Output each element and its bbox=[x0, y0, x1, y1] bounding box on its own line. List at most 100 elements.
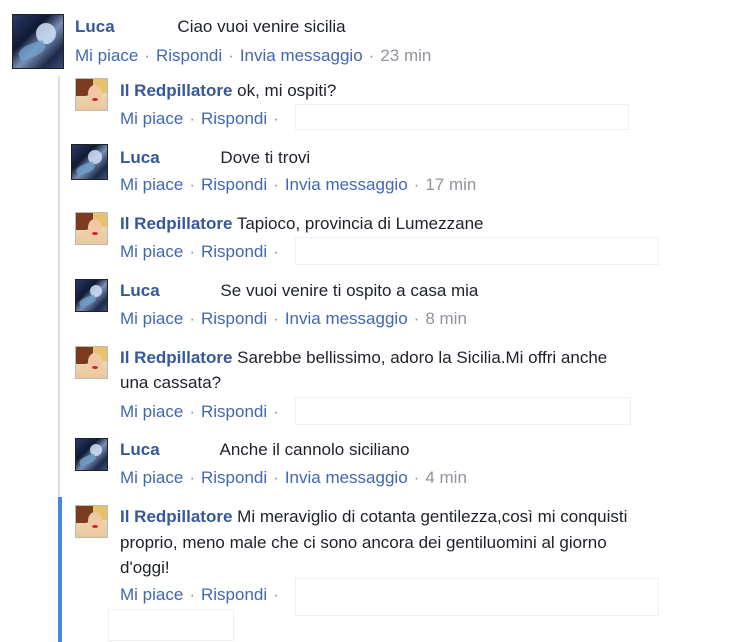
comment-timestamp[interactable]: 4 min bbox=[425, 468, 467, 487]
reply-button[interactable]: Rispondi bbox=[201, 402, 267, 421]
separator: · bbox=[228, 46, 234, 65]
comment-actions: Mi piace · Rispondi · Invia messaggio · 17 min bbox=[120, 174, 476, 196]
separator: · bbox=[189, 242, 195, 261]
avatar-luca[interactable] bbox=[75, 279, 108, 312]
avatar-redpillatore[interactable] bbox=[75, 346, 108, 379]
avatar-lips-shape bbox=[91, 365, 98, 369]
separator: · bbox=[413, 309, 420, 328]
comment-text: Ciao vuoi venire sicilia bbox=[177, 17, 346, 36]
separator: · bbox=[189, 402, 195, 421]
separator: · bbox=[273, 402, 279, 421]
avatar-redpillatore[interactable] bbox=[75, 212, 108, 245]
comment-author[interactable]: Il Redpillatore bbox=[120, 348, 232, 367]
comment-line: Luca Se vuoi venire ti ospito a casa mia bbox=[120, 278, 478, 303]
like-button[interactable]: Mi piace bbox=[75, 46, 138, 65]
reply-button[interactable]: Rispondi bbox=[156, 46, 222, 65]
separator: · bbox=[273, 309, 279, 328]
reply-button[interactable]: Rispondi bbox=[201, 585, 267, 604]
separator: · bbox=[413, 175, 420, 194]
redacted-area bbox=[295, 104, 629, 130]
comment-timestamp[interactable]: 17 min bbox=[425, 175, 476, 194]
avatar-lips-shape bbox=[91, 524, 98, 528]
redacted-area bbox=[108, 609, 234, 641]
separator: · bbox=[189, 309, 195, 328]
comment-author[interactable]: Luca bbox=[120, 281, 160, 300]
comment-text-line1: Sarebbe bellissimo, adoro la Sicilia.Mi … bbox=[237, 348, 608, 367]
send-message-button[interactable]: Invia messaggio bbox=[285, 175, 408, 194]
separator: · bbox=[189, 468, 195, 487]
comment-text-line3: d'oggi! bbox=[120, 558, 170, 577]
separator: · bbox=[273, 585, 279, 604]
reply-luca-3: Luca Se vuoi venire ti ospito a casa mia… bbox=[0, 276, 735, 336]
comment-author[interactable]: Il Redpillatore bbox=[120, 214, 232, 233]
like-button[interactable]: Mi piace bbox=[120, 309, 183, 328]
comment-text-line2: proprio, meno male che ci sono ancora de… bbox=[120, 533, 607, 552]
comment-author[interactable]: Il Redpillatore bbox=[120, 81, 232, 100]
avatar-bird-shape bbox=[78, 294, 97, 308]
comment-text-line1: Mi meraviglio di cotanta gentilezza,così… bbox=[237, 507, 628, 526]
avatar-luca[interactable] bbox=[12, 14, 64, 69]
reply-luca-4: Luca Anche il cannolo siciliano Mi piace… bbox=[0, 435, 735, 495]
separator: · bbox=[273, 468, 279, 487]
redacted-area bbox=[295, 237, 659, 265]
redacted-surname bbox=[159, 437, 216, 455]
comment-author[interactable]: Luca bbox=[75, 17, 115, 36]
separator: · bbox=[273, 109, 279, 128]
comment-author[interactable]: Luca bbox=[120, 148, 160, 167]
comment-actions: Mi piace · Rispondi · bbox=[120, 108, 285, 130]
comment-actions: Mi piace · Rispondi · Invia messaggio · 23 min bbox=[75, 45, 431, 67]
separator: · bbox=[189, 175, 195, 194]
comment-line: Il Redpillatore Mi meraviglio di cotanta… bbox=[120, 504, 627, 529]
comment-text: Anche il cannolo siciliano bbox=[219, 440, 410, 459]
avatar-luca[interactable] bbox=[75, 438, 108, 471]
reply-redpillatore-4: Il Redpillatore Mi meraviglio di cotanta… bbox=[0, 503, 735, 642]
avatar-bird-shape bbox=[16, 39, 47, 62]
separator: · bbox=[368, 46, 375, 65]
avatar-bird-shape bbox=[74, 160, 96, 176]
redacted-area bbox=[295, 397, 631, 425]
comment-actions: Mi piace · Rispondi · Invia messaggio · 8 min bbox=[120, 308, 467, 330]
redacted-surname bbox=[114, 14, 173, 32]
redacted-surname bbox=[159, 278, 216, 296]
comment-text: ok, mi ospiti? bbox=[237, 81, 337, 100]
separator: · bbox=[189, 585, 195, 604]
like-button[interactable]: Mi piace bbox=[120, 242, 183, 261]
comment-line: Il Redpillatore Tapioco, provincia di Lu… bbox=[120, 211, 484, 236]
avatar-redpillatore[interactable] bbox=[75, 78, 108, 111]
reply-button[interactable]: Rispondi bbox=[201, 242, 267, 261]
send-message-button[interactable]: Invia messaggio bbox=[240, 46, 363, 65]
like-button[interactable]: Mi piace bbox=[120, 175, 183, 194]
send-message-button[interactable]: Invia messaggio bbox=[285, 468, 408, 487]
comment-line: Il Redpillatore Sarebbe bellissimo, ador… bbox=[120, 345, 607, 370]
redacted-surname bbox=[159, 145, 216, 163]
separator: · bbox=[413, 468, 420, 487]
reply-button[interactable]: Rispondi bbox=[201, 309, 267, 328]
comment-luca-1: Luca Ciao vuoi venire sicilia Mi piace · R… bbox=[0, 0, 735, 70]
comment-author[interactable]: Luca bbox=[120, 440, 160, 459]
comment-text-line2: una cassata? bbox=[120, 373, 222, 392]
reply-redpillatore-3: Il Redpillatore Sarebbe bellissimo, ador… bbox=[0, 343, 735, 428]
like-button[interactable]: Mi piace bbox=[120, 468, 183, 487]
avatar-lips-shape bbox=[91, 97, 98, 101]
separator: · bbox=[273, 175, 279, 194]
like-button[interactable]: Mi piace bbox=[120, 402, 183, 421]
comment-timestamp[interactable]: 23 min bbox=[380, 46, 431, 65]
reply-button[interactable]: Rispondi bbox=[201, 468, 267, 487]
comment-text: Se vuoi venire ti ospito a casa mia bbox=[220, 281, 479, 300]
send-message-button[interactable]: Invia messaggio bbox=[285, 309, 408, 328]
reply-redpillatore-2: Il Redpillatore Tapioco, provincia di Lu… bbox=[0, 209, 735, 269]
avatar-luca[interactable] bbox=[71, 144, 108, 180]
like-button[interactable]: Mi piace bbox=[120, 109, 183, 128]
reply-luca-2: Luca Dove ti trovi Mi piace · Rispondi · Inv… bbox=[0, 143, 735, 203]
like-button[interactable]: Mi piace bbox=[120, 585, 183, 604]
separator: · bbox=[189, 109, 195, 128]
comment-author[interactable]: Il Redpillatore bbox=[120, 507, 232, 526]
reply-button[interactable]: Rispondi bbox=[201, 109, 267, 128]
comment-text: Tapioco, provincia di Lumezzane bbox=[236, 214, 484, 233]
comment-text: Dove ti trovi bbox=[220, 148, 311, 167]
comment-line: Luca Dove ti trovi bbox=[120, 145, 310, 170]
avatar-redpillatore[interactable] bbox=[75, 505, 108, 538]
reply-button[interactable]: Rispondi bbox=[201, 175, 267, 194]
separator: · bbox=[273, 242, 279, 261]
comment-timestamp[interactable]: 8 min bbox=[425, 309, 467, 328]
